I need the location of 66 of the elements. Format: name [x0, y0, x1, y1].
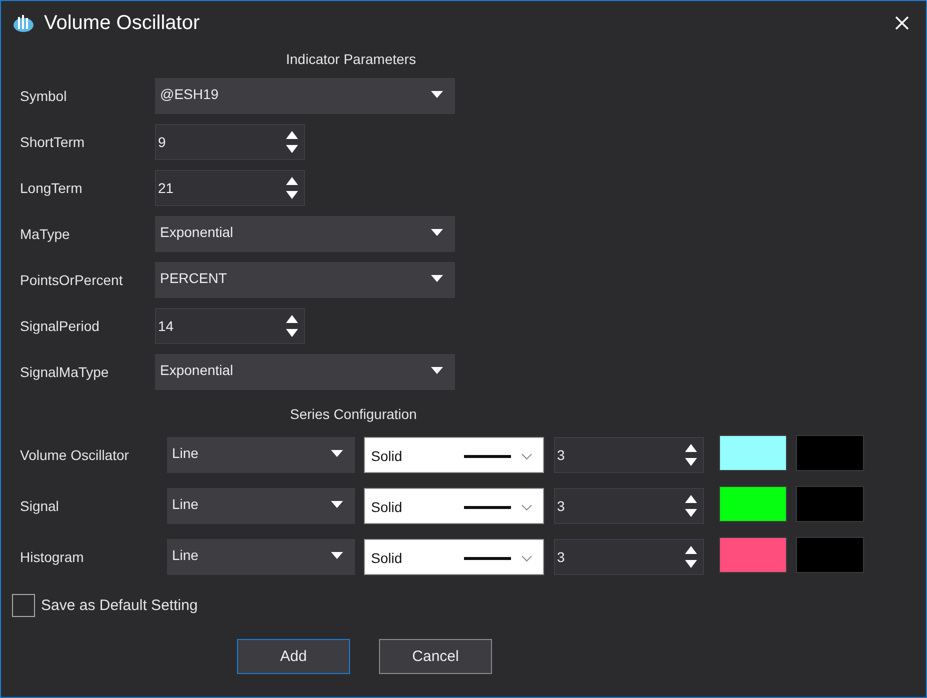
down-arrow-icon[interactable]	[685, 560, 697, 568]
down-arrow-icon[interactable]	[685, 458, 697, 466]
series-label: Signal	[20, 498, 60, 514]
app-logo-icon	[13, 14, 34, 32]
up-arrow-icon[interactable]	[685, 495, 697, 503]
field-label: SignalMaType	[20, 364, 110, 380]
checkbox-label: Save as Default Setting	[41, 597, 198, 614]
dropdown[interactable]: Exponential	[155, 216, 455, 252]
line-sample-icon	[464, 506, 512, 508]
number-field[interactable]: 3	[554, 488, 704, 524]
field-label: MaType	[20, 226, 71, 242]
down-arrow-icon[interactable]	[286, 145, 298, 153]
caret-icon	[431, 90, 443, 98]
up-arrow-icon[interactable]	[286, 177, 298, 185]
field-label: ShortTerm	[20, 134, 86, 150]
dropdown[interactable]: Line	[167, 488, 355, 524]
caret-icon	[331, 500, 343, 508]
down-arrow-icon[interactable]	[286, 329, 298, 337]
color-swatch[interactable]	[796, 435, 864, 471]
dropdown[interactable]: Exponential	[155, 354, 455, 390]
caret-icon	[431, 228, 443, 236]
line-sample-icon	[464, 454, 512, 458]
number-field[interactable]: 3	[554, 539, 704, 575]
number-field[interactable]: 9	[155, 124, 305, 160]
number-field[interactable]: 14	[155, 308, 305, 344]
dropdown[interactable]: @ESH19	[155, 78, 455, 114]
up-arrow-icon[interactable]	[286, 131, 298, 139]
line-style-dropdown[interactable]: Solid	[364, 437, 544, 473]
caret-icon	[331, 552, 343, 558]
series-label: Histogram	[20, 549, 85, 565]
down-arrow-icon[interactable]	[685, 509, 697, 517]
line-sample-icon	[464, 556, 512, 560]
chevron-icon	[521, 452, 533, 460]
down-arrow-icon[interactable]	[286, 191, 298, 199]
up-arrow-icon[interactable]	[286, 315, 298, 323]
number-field[interactable]: 21	[155, 170, 305, 206]
caret-icon	[431, 274, 443, 282]
line-style-dropdown[interactable]: Solid	[364, 539, 544, 575]
color-swatch[interactable]	[719, 435, 787, 471]
dropdown[interactable]: Line	[167, 539, 355, 575]
chevron-icon	[521, 554, 533, 562]
close-icon	[895, 16, 909, 30]
field-label: Symbol	[20, 88, 68, 104]
checkbox[interactable]	[12, 594, 35, 617]
color-swatch[interactable]	[719, 486, 787, 522]
chevron-icon	[521, 504, 533, 510]
series-label: Volume Oscillator	[20, 447, 130, 463]
field-label: PointsOrPercent	[20, 272, 124, 288]
dropdown[interactable]: PERCENT	[155, 262, 455, 298]
color-swatch[interactable]	[796, 486, 864, 522]
up-arrow-icon[interactable]	[685, 546, 697, 554]
dropdown[interactable]: Line	[167, 437, 355, 473]
number-field[interactable]: 3	[554, 437, 704, 473]
line-style-dropdown[interactable]: Solid	[364, 488, 544, 524]
dialog-button[interactable]: Cancel	[379, 639, 492, 674]
section-heading: Indicator Parameters	[286, 51, 416, 67]
section-heading: Series Configuration	[290, 406, 417, 422]
up-arrow-icon[interactable]	[685, 444, 697, 452]
caret-icon	[331, 450, 343, 456]
field-label: LongTerm	[20, 180, 84, 196]
color-swatch[interactable]	[719, 537, 787, 573]
dialog-button[interactable]: Add	[237, 639, 350, 674]
caret-icon	[431, 366, 443, 374]
window-title: Volume Oscillator	[44, 12, 201, 34]
color-swatch[interactable]	[796, 537, 864, 573]
field-label: SignalPeriod	[20, 318, 100, 334]
